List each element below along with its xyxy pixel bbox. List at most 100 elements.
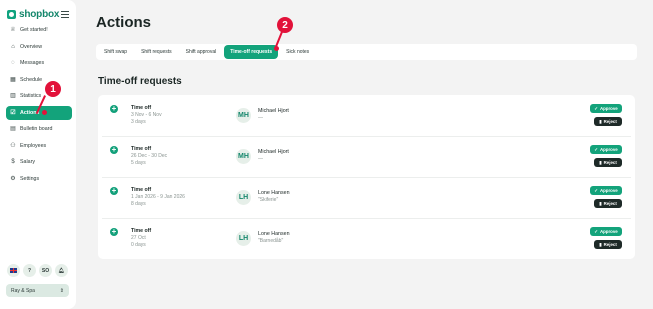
approve-label: Approve <box>599 147 618 152</box>
notifications-button[interactable]: 🔔︎ <box>55 264 68 277</box>
callout-1-dot <box>42 110 47 115</box>
request-dates: 27 Oct <box>131 235 146 241</box>
trophy-icon: ♕ <box>10 27 16 33</box>
trash-icon: ▮ <box>599 241 602 247</box>
sidebar-item-label: Schedule <box>20 76 43 83</box>
home-icon: ⌂ <box>11 43 15 50</box>
tab-shift-swap[interactable]: Shift swap <box>98 45 133 59</box>
expand-plus-icon[interactable]: + <box>110 228 118 236</box>
sidebar-item-get-started[interactable]: ♕ Get started! <box>6 23 72 37</box>
request-row: + Time off 26 Dec - 30 Dec 5 days MH Mic… <box>98 136 635 177</box>
employee-name: Michael Hjort <box>258 149 289 155</box>
help-icon: ? <box>27 267 32 274</box>
callout-badge-1: 1 <box>45 81 61 97</box>
shopbox-logo-icon <box>7 10 16 19</box>
sidebar-item-schedule[interactable]: ▦ Schedule <box>6 73 72 87</box>
chart-icon: ▥ <box>10 93 16 99</box>
organization-select[interactable]: Ray & Spa ⇕ <box>6 284 69 297</box>
check-icon: ✓ <box>594 146 598 152</box>
sidebar: shopbox ♕ Get started! ⌂ Overview ◌ Mess… <box>0 0 76 309</box>
sidebar-item-label: Statistics <box>20 93 42 99</box>
requests-card: + Time off 3 Nov - 6 Nov 3 days MH Micha… <box>98 95 635 259</box>
sidebar-item-label: Overview <box>20 43 43 50</box>
reject-button[interactable]: ▮ Reject <box>594 117 622 126</box>
employee-avatar: LH <box>236 231 251 246</box>
uk-flag-icon <box>10 268 17 273</box>
sidebar-item-statistics[interactable]: ▥ Statistics <box>6 89 72 103</box>
reject-label: Reject <box>603 242 617 247</box>
sidebar-item-messages[interactable]: ◌ Messages <box>6 56 72 70</box>
logo-text: shopbox <box>19 9 60 20</box>
tab-sick-notes[interactable]: Sick notes <box>280 45 315 59</box>
check-icon: ✓ <box>594 187 598 193</box>
gear-icon: ⚙ <box>10 175 16 182</box>
request-row: + Time off 3 Nov - 6 Nov 3 days MH Micha… <box>98 95 635 136</box>
reject-label: Reject <box>603 201 617 206</box>
employee-avatar: MH <box>236 108 251 123</box>
reject-button[interactable]: ▮ Reject <box>594 158 622 167</box>
request-note: — <box>258 156 263 162</box>
request-days: 5 days <box>131 160 146 166</box>
organization-select-value: Ray & Spa <box>11 287 35 294</box>
tab-time-off-requests[interactable]: Time-off requests <box>224 45 279 59</box>
request-type: Time off <box>131 146 152 152</box>
employee-avatar: LH <box>236 190 251 205</box>
menu-collapse-icon[interactable] <box>61 11 69 18</box>
request-row: + Time off 27 Oct 0 days LH Lone Hansen … <box>98 218 635 259</box>
check-icon: ✓ <box>594 105 598 111</box>
callout-badge-2: 2 <box>277 17 293 33</box>
shopbox-logo[interactable]: shopbox <box>7 9 59 20</box>
approve-label: Approve <box>599 188 618 193</box>
users-icon: ⚇ <box>10 142 16 149</box>
request-note: "Barnedåb" <box>258 238 284 244</box>
expand-plus-icon[interactable]: + <box>110 146 118 154</box>
callout-2-dot <box>274 46 279 51</box>
reject-button[interactable]: ▮ Reject <box>594 199 622 208</box>
sidebar-item-bulletin-board[interactable]: ▤ Bulletin board <box>6 122 72 136</box>
request-days: 3 days <box>131 119 146 125</box>
sidebar-bottom-icons: ? SO 🔔︎ <box>7 264 68 277</box>
approve-button[interactable]: ✓ Approve <box>590 104 622 113</box>
check-icon: ✓ <box>594 228 598 234</box>
sidebar-item-employees[interactable]: ⚇ Employees <box>6 139 72 153</box>
trash-icon: ▮ <box>599 118 602 124</box>
trash-icon: ▮ <box>599 200 602 206</box>
help-button[interactable]: ? <box>23 264 36 277</box>
chat-icon: ◌ <box>11 60 15 66</box>
language-button[interactable] <box>7 264 20 277</box>
approve-button[interactable]: ✓ Approve <box>590 145 622 154</box>
sidebar-item-label: Bulletin board <box>20 126 53 132</box>
sidebar-item-overview[interactable]: ⌂ Overview <box>6 40 72 54</box>
tab-shift-requests[interactable]: Shift requests <box>135 45 178 59</box>
sidebar-item-settings[interactable]: ⚙ Settings <box>6 172 72 186</box>
sidebar-item-label: Salary <box>20 159 36 165</box>
sidebar-item-salary[interactable]: $ Salary <box>6 155 72 169</box>
tab-shift-approval[interactable]: Shift approval <box>180 45 223 59</box>
section-title: Time-off requests <box>98 76 182 87</box>
sidebar-item-label: Employees <box>20 142 47 149</box>
expand-plus-icon[interactable]: + <box>110 105 118 113</box>
expand-plus-icon[interactable]: + <box>110 187 118 195</box>
sidebar-item-label: Get started! <box>20 27 48 33</box>
request-row: + Time off 1 Jan 2026 - 9 Jan 2026 8 day… <box>98 177 635 218</box>
dollar-icon: $ <box>11 159 15 165</box>
employee-avatar: MH <box>236 149 251 164</box>
bell-icon: 🔔︎ <box>58 267 65 274</box>
checkbox-icon: ☑ <box>10 109 16 116</box>
employee-name: Lone Hansen <box>258 190 290 196</box>
user-avatar-button[interactable]: SO <box>39 264 52 277</box>
request-type: Time off <box>131 187 152 193</box>
request-note: — <box>258 115 263 121</box>
reject-label: Reject <box>603 119 617 124</box>
reject-button[interactable]: ▮ Reject <box>594 240 622 249</box>
request-days: 8 days <box>131 201 146 207</box>
approve-button[interactable]: ✓ Approve <box>590 186 622 195</box>
request-type: Time off <box>131 228 152 234</box>
approve-button[interactable]: ✓ Approve <box>590 227 622 236</box>
page-title: Actions <box>96 14 152 31</box>
trash-icon: ▮ <box>599 159 602 165</box>
request-dates: 3 Nov - 6 Nov <box>131 112 162 118</box>
employee-name: Lone Hansen <box>258 231 290 237</box>
clipboard-icon: ▤ <box>10 126 16 132</box>
avatar-initials: SO <box>41 267 50 274</box>
